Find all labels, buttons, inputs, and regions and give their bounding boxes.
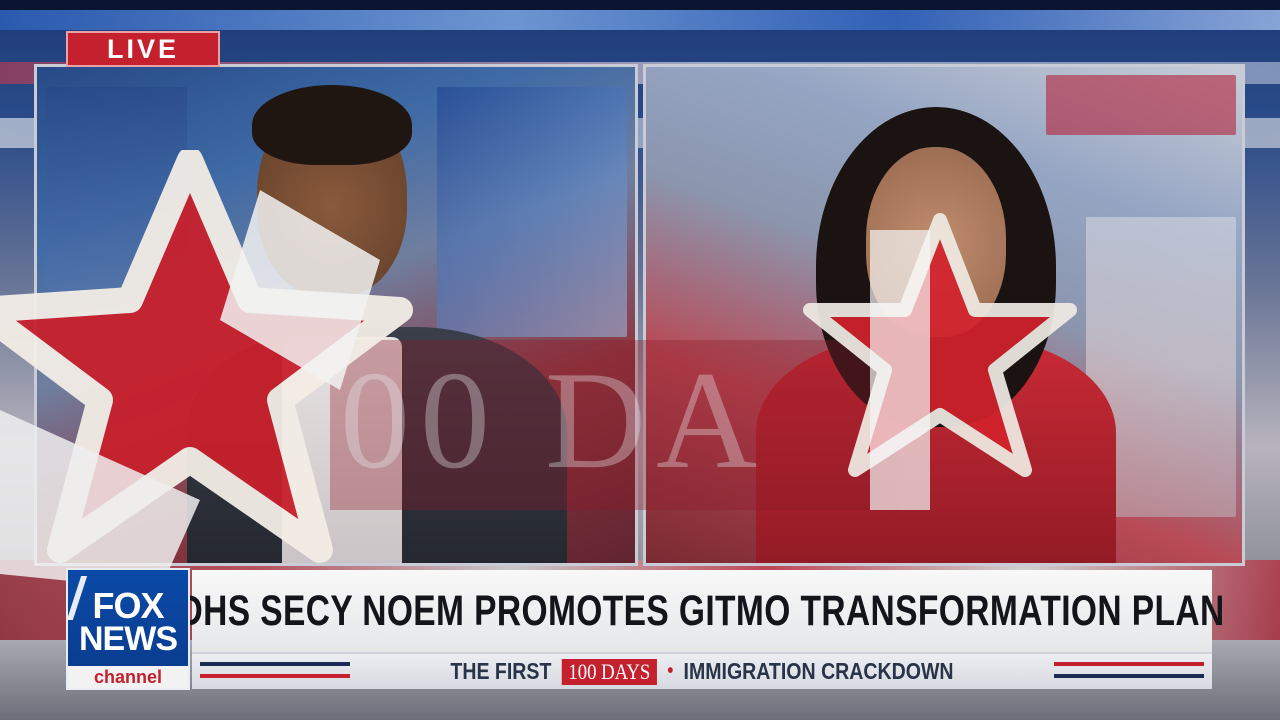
logo-channel-text: channel <box>68 666 188 688</box>
broadcast-frame: 00 DA LIVE DHS SECY NOEM PROMOTES GITMO … <box>0 0 1280 720</box>
fox-news-channel-logo: FOX NEWS channel <box>66 568 190 690</box>
headline-text: DHS SECY NOEM PROMOTES GITMO TRANSFORMAT… <box>178 586 1226 635</box>
decor-line <box>1054 674 1204 678</box>
subline-text: THE FIRST 100 DAYS • IMMIGRATION CRACKDO… <box>450 658 954 685</box>
decor-line <box>1054 662 1204 666</box>
subline-bar: THE FIRST 100 DAYS • IMMIGRATION CRACKDO… <box>192 654 1212 689</box>
decor-line <box>200 674 350 678</box>
live-badge: LIVE <box>66 31 220 67</box>
hundred-days-badge: 100 DAYS <box>561 658 658 685</box>
subline-left: THE FIRST <box>450 658 552 684</box>
logo-news-text: NEWS <box>79 620 178 658</box>
studio-screen <box>437 87 627 337</box>
headline-bar: DHS SECY NOEM PROMOTES GITMO TRANSFORMAT… <box>179 570 1225 654</box>
subline-right: IMMIGRATION CRACKDOWN <box>683 658 954 684</box>
background-stripe <box>0 0 1280 10</box>
subline-separator: • <box>667 660 674 682</box>
background-stripe <box>0 10 1280 30</box>
lower-third-chyron: DHS SECY NOEM PROMOTES GITMO TRANSFORMAT… <box>179 570 1225 689</box>
transition-star-right-icon <box>803 213 1077 510</box>
logo-fox-text: FOX <box>92 585 164 626</box>
transition-star-left-icon <box>0 150 413 590</box>
studio-screen <box>1046 75 1236 135</box>
decor-line <box>200 662 350 666</box>
